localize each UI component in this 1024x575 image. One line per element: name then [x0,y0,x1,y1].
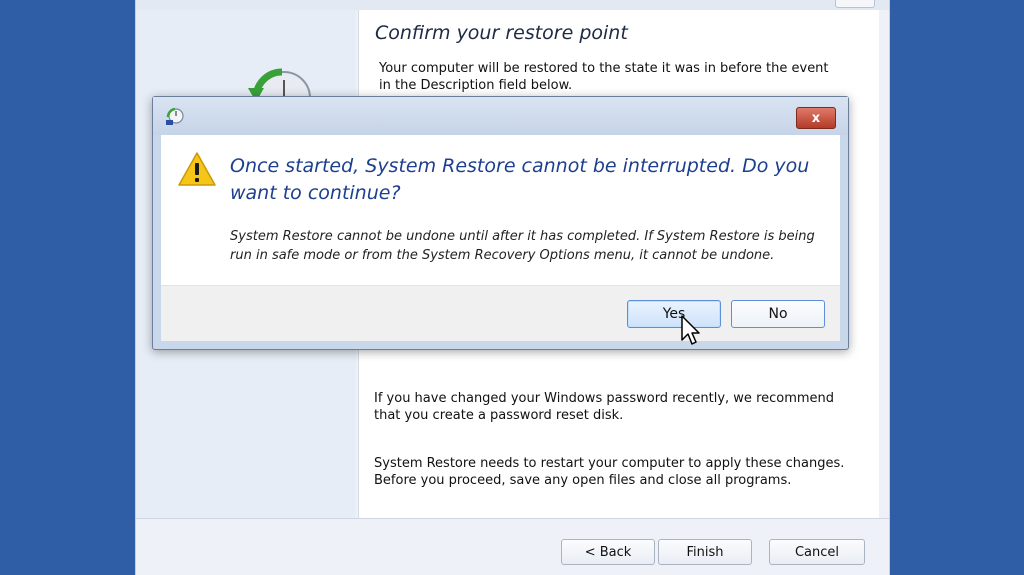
cancel-button[interactable]: Cancel [769,539,865,565]
dialog-body: Once started, System Restore cannot be i… [161,135,840,285]
no-button[interactable]: No [731,300,825,328]
warning-icon [178,152,216,186]
wizard-footer: < Back Finish Cancel [136,518,889,575]
wizard-close-button[interactable] [835,0,875,8]
dialog-button-bar: Yes No [161,285,840,341]
close-button[interactable]: x [796,107,836,129]
password-reset-note: If you have changed your Windows passwor… [374,391,835,423]
page-title: Confirm your restore point [375,22,628,44]
dialog-title-bar: x [153,97,848,135]
finish-button[interactable]: Finish [658,539,752,565]
restart-note: System Restore needs to restart your com… [374,456,845,488]
mouse-pointer-icon [681,315,700,345]
dialog-content-text: System Restore cannot be undone until af… [230,229,815,263]
back-button[interactable]: < Back [561,539,655,565]
yes-button[interactable]: Yes [627,300,721,328]
confirm-dialog: x Once started, System Restore cannot be… [152,96,849,350]
restore-description-text: Your computer will be restored to the st… [379,61,829,93]
system-restore-icon [166,107,184,125]
wizard-title-bar [136,0,889,10]
screen-frame: Confirm your restore point Your computer… [0,0,1024,575]
main-instruction: Once started, System Restore cannot be i… [230,155,810,204]
